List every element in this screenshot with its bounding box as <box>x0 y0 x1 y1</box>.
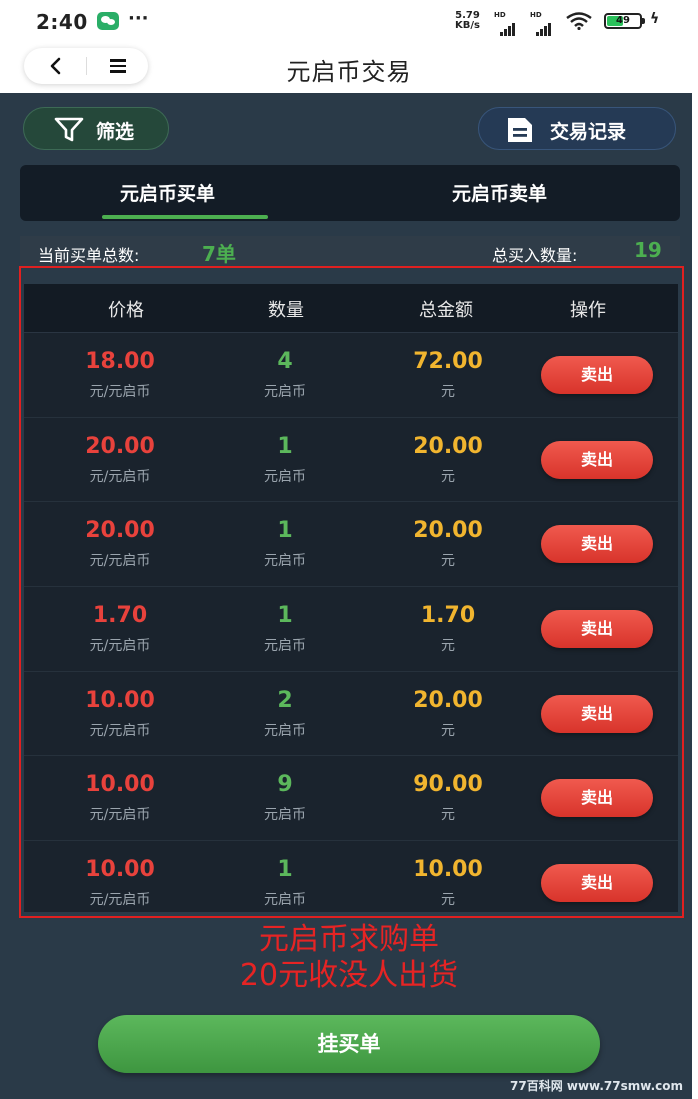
top-area: 2:40 ··· 5.79 KB/s HD HD 49 ϟ 元启币交易 <box>0 0 698 93</box>
total-qty-label: 总买入数量: <box>492 246 578 265</box>
row-qty-unit: 元启币 <box>264 468 306 485</box>
row-total-unit: 元 <box>441 553 455 570</box>
buy-orders-table: 价格 数量 总金额 操作 18.00 元/元启币 4 元启币 72.00 元 卖… <box>24 284 678 912</box>
row-total: 20.00 <box>413 433 483 459</box>
row-qty: 9 <box>277 772 293 798</box>
sell-button[interactable]: 卖出 <box>541 694 653 733</box>
row-qty-unit: 元启币 <box>264 892 306 909</box>
row-price: 20.00 <box>85 518 155 544</box>
row-price: 1.70 <box>92 603 148 629</box>
order-tabs: 元启币买单 元启币卖单 <box>20 165 680 221</box>
row-total-unit: 元 <box>441 638 455 655</box>
wechat-icon <box>97 12 119 30</box>
tab-buy-orders[interactable]: 元启币买单 <box>120 179 215 206</box>
row-total: 20.00 <box>413 687 483 713</box>
row-price: 20.00 <box>85 433 155 459</box>
row-total-unit: 元 <box>441 384 455 400</box>
post-buy-order-button[interactable]: 挂买单 <box>98 1015 600 1073</box>
row-total: 10.00 <box>413 857 483 883</box>
table-row: 20.00 元/元启币 1 元启币 20.00 元 卖出 <box>24 418 678 503</box>
annotation-line-1: 元启币求购单 <box>259 922 439 957</box>
header-qty: 数量 <box>268 300 304 321</box>
row-price-unit: 元/元启币 <box>89 638 151 655</box>
sell-button[interactable]: 卖出 <box>541 779 653 818</box>
sell-button[interactable]: 卖出 <box>541 864 653 903</box>
status-bar: 2:40 ··· 5.79 KB/s HD HD 49 ϟ <box>0 0 698 42</box>
row-total: 90.00 <box>413 772 483 798</box>
total-qty-value: 19 <box>634 238 662 262</box>
row-total-unit: 元 <box>441 807 455 824</box>
sell-button[interactable]: 卖出 <box>541 610 653 649</box>
table-rows: 18.00 元/元启币 4 元启币 72.00 元 卖出 20.00 元/元启币… <box>24 333 678 926</box>
row-price-unit: 元/元启币 <box>89 807 151 824</box>
row-total: 20.00 <box>413 518 483 544</box>
row-total-unit: 元 <box>441 468 455 485</box>
annotation-line-2: 20元收没人出货 <box>239 958 459 993</box>
row-total: 72.00 <box>413 349 483 374</box>
signal-icon: HD <box>494 11 520 36</box>
table-row: 18.00 元/元启币 4 元启币 72.00 元 卖出 <box>24 333 678 418</box>
wifi-icon <box>566 12 592 30</box>
row-price: 10.00 <box>85 687 155 713</box>
row-qty: 1 <box>277 857 293 883</box>
row-price: 10.00 <box>85 857 155 883</box>
table-row: 1.70 元/元启币 1 元启币 1.70 元 卖出 <box>24 587 678 672</box>
trade-record-button[interactable]: 交易记录 <box>478 107 676 150</box>
status-more-dots: ··· <box>128 8 149 29</box>
network-speed-unit: KB/s <box>455 20 480 31</box>
row-total-unit: 元 <box>441 722 455 739</box>
header-price: 价格 <box>108 300 144 321</box>
document-icon <box>508 118 532 142</box>
row-qty: 4 <box>277 349 293 374</box>
row-total: 1.70 <box>420 603 476 629</box>
row-total-unit: 元 <box>441 892 455 909</box>
row-qty-unit: 元启币 <box>264 722 306 739</box>
trade-record-label: 交易记录 <box>550 121 627 143</box>
table-row: 10.00 元/元启币 2 元启币 20.00 元 卖出 <box>24 672 678 757</box>
annotation-text: 元启币求购单 20元收没人出货 <box>0 922 698 994</box>
row-price-unit: 元/元启币 <box>89 384 151 400</box>
tab-sell-orders[interactable]: 元启币卖单 <box>452 179 547 206</box>
table-row: 10.00 元/元启币 1 元启币 10.00 元 卖出 <box>24 841 678 926</box>
row-price-unit: 元/元启币 <box>89 722 151 739</box>
row-price-unit: 元/元启币 <box>89 468 151 485</box>
row-qty: 1 <box>277 433 293 459</box>
filter-button[interactable]: 筛选 <box>23 107 169 150</box>
status-time: 2:40 <box>36 10 88 34</box>
header-action: 操作 <box>570 300 606 321</box>
battery-cap <box>642 18 645 24</box>
filter-label: 筛选 <box>96 121 135 143</box>
order-summary: 当前买单总数: 7单 总买入数量: 19 <box>20 236 680 268</box>
table-row: 10.00 元/元启币 9 元启币 90.00 元 卖出 <box>24 756 678 842</box>
charging-bolt-icon: ϟ <box>650 11 660 27</box>
funnel-icon <box>54 117 84 142</box>
total-orders-label: 当前买单总数: <box>38 246 140 265</box>
row-qty: 1 <box>277 603 293 629</box>
header-total: 总金额 <box>419 300 473 321</box>
page-title: 元启币交易 <box>286 58 412 86</box>
row-qty-unit: 元启币 <box>264 553 306 570</box>
row-qty-unit: 元启币 <box>264 384 306 400</box>
sell-button[interactable]: 卖出 <box>541 440 653 479</box>
row-qty-unit: 元启币 <box>264 638 306 655</box>
network-speed: 5.79 KB/s <box>455 11 480 31</box>
total-orders-value: 7单 <box>202 242 236 266</box>
row-qty-unit: 元启币 <box>264 807 306 824</box>
watermark: 77百科网 www.77smw.com <box>510 1079 684 1093</box>
row-price-unit: 元/元启币 <box>89 553 151 570</box>
signal-icon-2: HD <box>530 11 556 36</box>
row-price: 10.00 <box>85 772 155 798</box>
row-qty: 2 <box>277 687 293 713</box>
battery-icon: 49 <box>604 13 642 29</box>
table-row: 20.00 元/元启币 1 元启币 20.00 元 卖出 <box>24 502 678 588</box>
active-tab-indicator <box>102 215 268 219</box>
row-price-unit: 元/元启币 <box>89 892 151 909</box>
sell-button[interactable]: 卖出 <box>541 525 653 564</box>
battery-level: 49 <box>616 15 630 26</box>
table-header: 价格 数量 总金额 操作 <box>24 284 678 333</box>
row-qty: 1 <box>277 518 293 544</box>
sell-button[interactable]: 卖出 <box>541 356 653 394</box>
row-price: 18.00 <box>85 349 155 374</box>
